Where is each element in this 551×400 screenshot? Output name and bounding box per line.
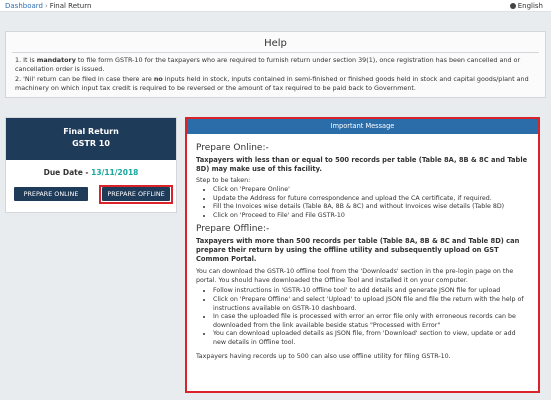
help-item-2: 2. 'Nil' return can be filed in case the…	[15, 75, 536, 93]
breadcrumb-dashboard-link[interactable]: Dashboard	[5, 2, 43, 10]
steps-label: Step to be taken:	[196, 177, 251, 184]
due-date-label: Due Date -	[43, 168, 92, 177]
offline-steps-list: Follow instructions in 'GSTR-10 offline …	[213, 287, 530, 347]
breadcrumb: Dashboard › Final Return	[5, 1, 91, 11]
list-item: Follow instructions in 'GSTR-10 offline …	[213, 287, 530, 296]
prepare-online-note: Taxpayers with less than or equal to 500…	[196, 156, 528, 173]
breadcrumb-current: Final Return	[49, 2, 92, 10]
help-list: 1. It is mandatory to file form GSTR-10 …	[15, 56, 536, 94]
help-item-1-prefix: 1. It is	[15, 56, 37, 64]
globe-icon	[509, 3, 516, 9]
help-item-1-bold: mandatory	[36, 56, 76, 64]
list-item: You can download uploaded details as JSO…	[213, 330, 530, 347]
help-item-2-prefix: 2. 'Nil' return can be filed in case the…	[15, 75, 154, 83]
help-item-2-bold: no	[153, 75, 163, 83]
offline-footer-note: Taxpayers having records up to 500 can a…	[196, 352, 451, 360]
final-return-title: Final Return	[63, 127, 119, 136]
help-divider	[12, 52, 539, 53]
offline-intro: You can download the GSTR-10 offline too…	[196, 268, 514, 285]
prepare-offline-button[interactable]: PREPARE OFFLINE	[102, 187, 170, 201]
help-box: Help 1. It is mandatory to file form GST…	[5, 31, 546, 98]
list-item: Click on 'Prepare Offline' and select 'U…	[213, 296, 530, 313]
list-item: Click on 'Prepare Online'	[213, 186, 530, 195]
online-steps-list: Click on 'Prepare Online' Update the Add…	[213, 186, 530, 220]
action-buttons: PREPARE ONLINE PREPARE OFFLINE	[6, 185, 176, 205]
due-date-value: 13/11/2018	[91, 168, 139, 177]
top-bar: Dashboard › Final Return English	[0, 0, 551, 12]
help-item-1: 1. It is mandatory to file form GSTR-10 …	[15, 56, 536, 74]
important-message-body: Prepare Online:- Taxpayers with less tha…	[187, 134, 538, 361]
prepare-offline-note: Taxpayers with more than 500 records per…	[196, 237, 520, 264]
final-return-header: Final Return GSTR 10	[6, 118, 176, 160]
due-date: Due Date - 13/11/2018	[6, 168, 176, 177]
list-item: Update the Address for future correspond…	[213, 195, 530, 204]
help-item-1-text: to file form GSTR-10 for the taxpayers w…	[15, 56, 521, 73]
list-item: In case the uploaded file is processed w…	[213, 313, 530, 330]
final-return-panel: Final Return GSTR 10 Due Date - 13/11/20…	[5, 117, 177, 213]
form-name: GSTR 10	[72, 139, 110, 148]
prepare-online-button[interactable]: PREPARE ONLINE	[14, 187, 88, 201]
prepare-offline-title: Prepare Offline:-	[196, 224, 270, 235]
language-label: English	[517, 2, 543, 10]
important-message-panel: Important Message Prepare Online:- Taxpa…	[185, 117, 540, 393]
language-selector[interactable]: English	[509, 1, 543, 11]
help-title: Help	[264, 38, 287, 49]
list-item: Fill the Invoices wise details (Table 8A…	[213, 203, 530, 212]
list-item: Click on 'Proceed to File' and File GSTR…	[213, 212, 530, 221]
prepare-online-title: Prepare Online:-	[196, 143, 269, 153]
important-message-header: Important Message	[187, 119, 538, 134]
breadcrumb-separator: ›	[44, 2, 48, 10]
